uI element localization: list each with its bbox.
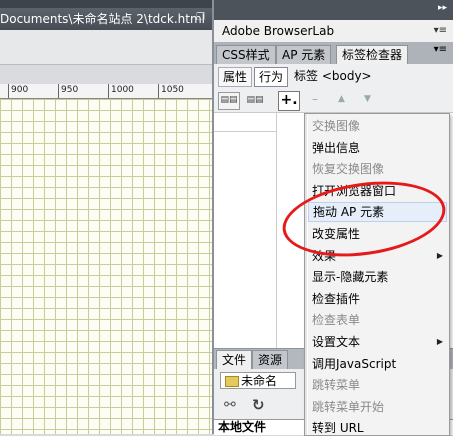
move-down-button[interactable]: ▼ (364, 94, 371, 104)
menu-item-label: 转到 URL (312, 421, 364, 436)
menu-item: 跳转菜单开始 (308, 397, 447, 417)
collapse-panels-icon[interactable]: ▸▸ (438, 3, 447, 13)
tab-assets[interactable]: 资源 (252, 350, 289, 369)
menu-item-label: 跳转菜单 (312, 378, 361, 393)
tab-tag-inspector[interactable]: 标签检查器 (336, 45, 409, 65)
document-top-bar (0, 0, 212, 8)
local-files-label: 本地文件 (218, 420, 267, 434)
menu-item[interactable]: 设置文本 ▶ (308, 332, 447, 352)
panel-tab-row: CSS样式 AP 元素 标签检查器 ▾≡ (214, 42, 453, 65)
browserlab-panel-header[interactable]: Adobe BrowserLab ▾≡ (214, 20, 453, 43)
menu-item-label: 交换图像 (312, 119, 361, 133)
subtab-behaviors[interactable]: 行为 (254, 67, 289, 87)
panel-options-icon[interactable]: ▾≡ (434, 20, 447, 42)
browserlab-title: Adobe BrowserLab (222, 24, 335, 38)
folder-icon (225, 376, 239, 387)
menu-item[interactable]: 打开浏览器窗口 (308, 181, 447, 201)
menu-item[interactable]: 改变属性 (308, 224, 447, 244)
menu-item: 恢复交换图像 (308, 159, 447, 179)
site-select[interactable]: 未命名 (220, 372, 296, 389)
document-subbar (0, 65, 212, 84)
menu-item[interactable]: 转到 URL (308, 418, 447, 436)
menu-item-label: 改变属性 (312, 227, 361, 241)
restore-window-icon[interactable]: ❐ (196, 13, 206, 23)
show-all-events-icon[interactable]: ▤▤ (244, 92, 266, 110)
menu-item-label: 效果 (312, 248, 337, 263)
connect-icon[interactable]: ⚯ (224, 397, 236, 413)
subtab-attributes[interactable]: 属性 (218, 67, 253, 87)
menu-item[interactable]: 弹出信息 (308, 138, 447, 158)
menu-item: 检查表单 (308, 310, 447, 330)
behavior-row[interactable] (214, 113, 276, 132)
site-name: 未命名 (241, 374, 278, 388)
tab-ap-elements[interactable]: AP 元素 (276, 45, 332, 65)
document-path: Documents\未命名站点 2\tdck.html (0, 12, 205, 26)
behaviors-toolbar: ▤▤ ▤▤ +. – ▲ ▼ (214, 88, 453, 113)
menu-item: 交换图像 (308, 116, 447, 136)
menu-item-label: 弹出信息 (312, 140, 361, 155)
menu-item[interactable]: 检查插件 (308, 289, 447, 309)
menu-item[interactable]: 效果 ▶ (308, 246, 447, 266)
menu-item-label: 设置文本 (312, 335, 361, 349)
menu-item[interactable]: 显示-隐藏元素 (308, 267, 447, 287)
menu-item-label: 跳转菜单开始 (312, 399, 385, 414)
current-tag-label: 标签 <body> (294, 69, 372, 83)
menu-item[interactable]: 调用JavaScript (308, 354, 447, 374)
panel-dock-strip: ▸▸ (214, 0, 453, 20)
menu-item-label: 调用JavaScript (312, 356, 397, 371)
menu-item[interactable]: 拖动 AP 元素 (308, 202, 447, 223)
menu-item-label: 打开浏览器窗口 (312, 183, 397, 198)
tab-files[interactable]: 文件 (216, 350, 253, 369)
submenu-arrow-icon: ▶ (436, 250, 443, 260)
refresh-icon[interactable]: ↻ (252, 396, 265, 414)
menu-item-label: 检查表单 (312, 313, 361, 328)
document-toolbar (0, 30, 212, 65)
add-behavior-menu: 交换图像弹出信息恢复交换图像 打开浏览器窗口 拖动 AP 元素 改变属性效果 ▶ 显示-隐… (304, 113, 450, 436)
menu-item-label: 拖动 AP 元素 (313, 205, 385, 220)
design-view-grid[interactable] (0, 99, 212, 434)
panel-menu-icon[interactable]: ▾≡ (434, 44, 447, 55)
document-title-bar[interactable]: Documents\未命名站点 2\tdck.html ❐ (0, 8, 212, 30)
show-set-events-icon[interactable]: ▤▤ (218, 92, 240, 110)
ruler-tick: 900 (8, 84, 28, 98)
submenu-arrow-icon: ▶ (436, 337, 443, 346)
remove-behavior-button[interactable]: – (312, 92, 318, 106)
menu-item: 跳转菜单 (308, 375, 447, 395)
move-up-button[interactable]: ▲ (338, 94, 345, 104)
ruler-tick: 1050 (158, 84, 184, 98)
tab-css-styles[interactable]: CSS样式 (216, 45, 276, 65)
inspector-subtabs: 属性 行为 标签 <body> (214, 64, 453, 88)
menu-item-label: 检查插件 (312, 291, 361, 306)
behaviors-event-column (214, 113, 277, 348)
menu-item-label: 恢复交换图像 (312, 162, 385, 177)
add-behavior-button[interactable]: +. (278, 91, 300, 111)
ruler-tick: 950 (58, 84, 78, 98)
horizontal-ruler: 900 950 1000 1050 (0, 84, 212, 99)
menu-item-label: 显示-隐藏元素 (312, 270, 389, 285)
ruler-tick: 1000 (108, 84, 134, 98)
